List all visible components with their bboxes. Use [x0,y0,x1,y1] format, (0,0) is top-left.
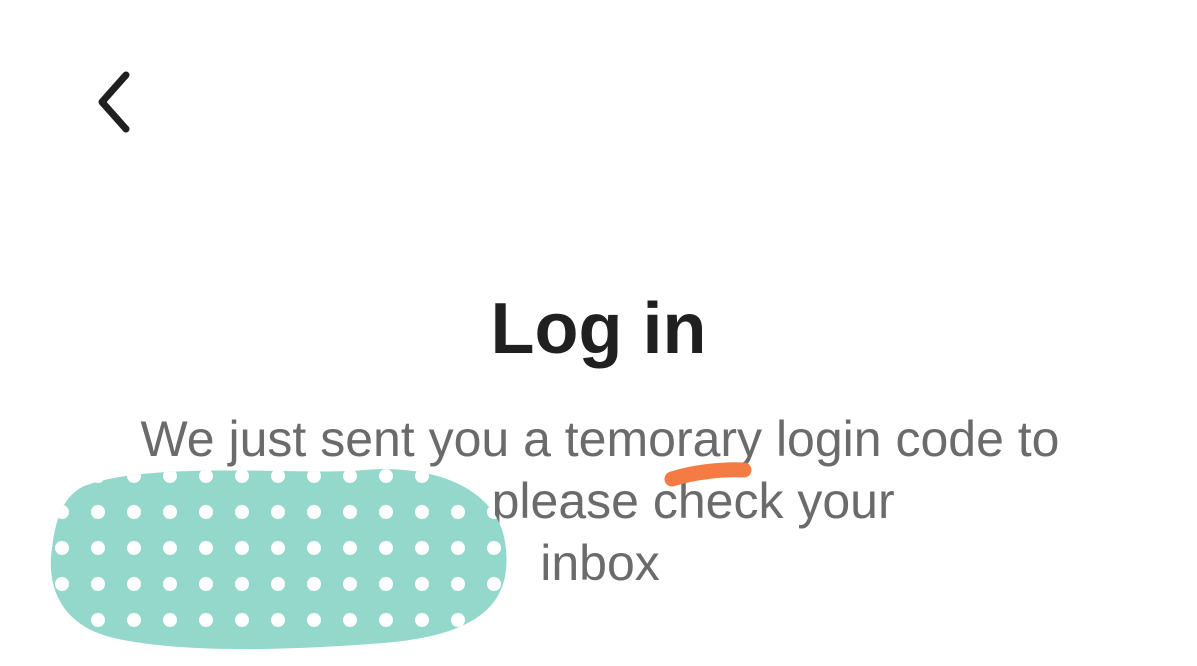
message-line-2: please check your [491,473,895,529]
email-address: ail.com [305,473,478,529]
message-line-3: inbox [540,535,660,591]
page-title: Log in [490,289,707,369]
login-code-message: We just sent you a temorary login code t… [100,408,1100,594]
chevron-left-icon [94,69,138,135]
back-button[interactable] [84,62,148,142]
message-line-1: We just sent you a temorary login code t… [140,411,1060,467]
